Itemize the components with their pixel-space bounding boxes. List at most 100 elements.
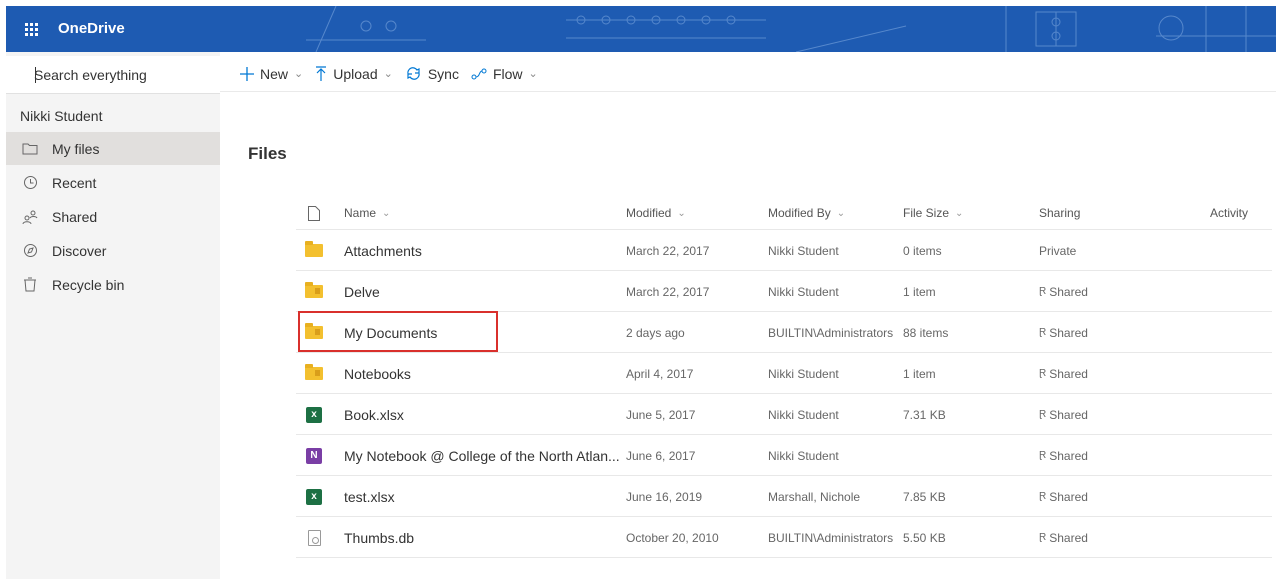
sharing-label: Shared <box>1049 325 1088 340</box>
column-header-activity[interactable]: Activity <box>1210 196 1270 230</box>
people-icon: Ɽ <box>1039 286 1047 297</box>
table-row[interactable]: Attachments March 22, 2017 Nikki Student… <box>296 230 1272 271</box>
flow-label: Flow <box>492 65 523 82</box>
generic-file-icon <box>304 517 324 558</box>
modified-date: October 20, 2010 <box>626 530 719 545</box>
column-header-name[interactable]: Name ⌄ <box>344 196 614 230</box>
sharing-status[interactable]: Ɽ Shared <box>1039 435 1159 476</box>
sharing-label: Private <box>1039 243 1077 258</box>
modified-by: BUILTIN\Administrators <box>768 530 894 545</box>
sharing-status: Private <box>1039 230 1159 271</box>
table-row[interactable]: Thumbs.db October 20, 2010 BUILTIN\Admin… <box>296 517 1272 558</box>
people-icon: Ɽ <box>1039 450 1047 461</box>
file-name[interactable]: Attachments <box>344 230 614 271</box>
column-header-modified[interactable]: Modified ⌄ <box>626 196 756 230</box>
table-row[interactable]: Notebooks April 4, 2017 Nikki Student 1 … <box>296 353 1272 394</box>
column-header-modified-by[interactable]: Modified By ⌄ <box>768 196 898 230</box>
file-size: 1 item <box>903 284 936 299</box>
new-label: New <box>260 65 289 82</box>
chevron-down-icon: ⌄ <box>955 207 964 219</box>
upload-button[interactable]: Upload ⌄ <box>315 66 393 82</box>
app-title[interactable]: OneDrive <box>58 6 125 52</box>
people-icon: Ɽ <box>1039 327 1047 338</box>
table-row[interactable]: N My Notebook @ College of the North Atl… <box>296 435 1272 476</box>
modified-date: June 16, 2019 <box>626 489 703 504</box>
file-name[interactable]: My Documents <box>344 312 614 353</box>
table-row[interactable]: x Book.xlsx June 5, 2017 Nikki Student 7… <box>296 394 1272 435</box>
shared-folder-icon <box>304 271 324 312</box>
sharing-status[interactable]: Ɽ Shared <box>1039 353 1159 394</box>
folder-icon <box>18 142 42 155</box>
chevron-down-icon: ⌄ <box>836 207 846 219</box>
sharing-status[interactable]: Ɽ Shared <box>1039 312 1159 353</box>
table-header: Name ⌄ Modified ⌄ Modified By ⌄ File Siz… <box>296 196 1272 230</box>
file-name[interactable]: Book.xlsx <box>344 394 614 435</box>
app-launcher-button[interactable] <box>6 6 56 52</box>
file-type-header-icon[interactable] <box>304 196 324 230</box>
people-icon: Ɽ <box>1039 491 1047 502</box>
nav-item-label: My files <box>52 140 100 157</box>
waffle-icon <box>24 22 38 36</box>
chevron-down-icon: ⌄ <box>382 207 391 219</box>
text-cursor <box>35 67 36 83</box>
file-size: 0 items <box>903 243 942 258</box>
flow-button[interactable]: Flow ⌄ <box>471 66 538 82</box>
user-name: Nikki Student <box>20 108 103 124</box>
sharing-status[interactable]: Ɽ Shared <box>1039 394 1159 435</box>
search-box[interactable]: Search everything <box>6 56 220 94</box>
people-icon <box>18 209 42 224</box>
file-name[interactable]: My Notebook @ College of the North Atlan… <box>344 435 620 476</box>
upload-label: Upload <box>333 65 378 82</box>
modified-by: BUILTIN\Administrators <box>768 325 894 340</box>
sharing-label: Shared <box>1049 530 1088 545</box>
header-blueprint-pattern <box>306 6 1276 52</box>
column-header-sharing[interactable]: Sharing <box>1039 196 1159 230</box>
file-size: 88 items <box>903 325 949 340</box>
folder-icon <box>304 230 324 271</box>
new-button[interactable]: New ⌄ <box>240 66 303 82</box>
shared-folder-icon <box>304 312 324 353</box>
people-icon: Ɽ <box>1039 532 1047 543</box>
sharing-label: Shared <box>1049 366 1088 381</box>
column-header-label: Modified <box>626 206 672 220</box>
shared-folder-icon <box>304 353 324 394</box>
file-name[interactable]: Delve <box>344 271 614 312</box>
sharing-status[interactable]: Ɽ Shared <box>1039 271 1159 312</box>
sync-button[interactable]: Sync <box>405 66 459 82</box>
modified-by: Nikki Student <box>768 448 839 463</box>
nav-item-label: Recycle bin <box>52 276 125 293</box>
nav-item-shared[interactable]: Shared <box>6 200 220 233</box>
modified-date: March 22, 2017 <box>626 284 710 299</box>
file-name[interactable]: test.xlsx <box>344 476 614 517</box>
excel-file-icon: x <box>304 476 324 517</box>
compass-icon <box>18 243 42 258</box>
file-name[interactable]: Notebooks <box>344 353 614 394</box>
suite-header: OneDrive <box>6 6 1276 52</box>
flow-icon <box>471 68 487 80</box>
modified-date: 2 days ago <box>626 325 685 340</box>
table-row[interactable]: x test.xlsx June 16, 2019 Marshall, Nich… <box>296 476 1272 517</box>
upload-icon <box>315 66 327 81</box>
nav-item-recycle-bin[interactable]: Recycle bin <box>6 268 220 301</box>
modified-by: Nikki Student <box>768 284 839 299</box>
nav-item-my-files[interactable]: My files <box>6 132 220 165</box>
nav-item-recent[interactable]: Recent <box>6 166 220 199</box>
modified-by: Nikki Student <box>768 243 839 258</box>
file-name[interactable]: Thumbs.db <box>344 517 614 558</box>
nav-item-discover[interactable]: Discover <box>6 234 220 267</box>
command-bar: New ⌄ Upload ⌄ Sync Flow ⌄ <box>220 56 1276 92</box>
sharing-label: Shared <box>1049 284 1088 299</box>
file-size: 7.31 KB <box>903 407 946 422</box>
plus-icon <box>240 66 254 81</box>
sharing-label: Shared <box>1049 448 1088 463</box>
table-row[interactable]: Delve March 22, 2017 Nikki Student 1 ite… <box>296 271 1272 312</box>
column-header-label: Name <box>344 206 377 220</box>
modified-by: Nikki Student <box>768 407 839 422</box>
table-row[interactable]: My Documents 2 days ago BUILTIN\Administ… <box>296 312 1272 353</box>
modified-date: June 5, 2017 <box>626 407 696 422</box>
column-header-file-size[interactable]: File Size ⌄ <box>903 196 1023 230</box>
modified-date: March 22, 2017 <box>626 243 710 258</box>
search-input[interactable]: Search everything <box>34 67 147 83</box>
sharing-status[interactable]: Ɽ Shared <box>1039 476 1159 517</box>
sharing-status[interactable]: Ɽ Shared <box>1039 517 1159 558</box>
